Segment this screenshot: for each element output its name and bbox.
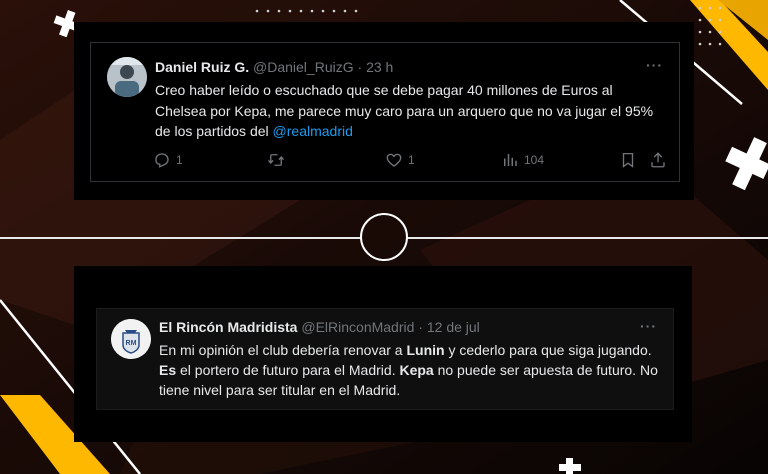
tweet-card[interactable]: Daniel Ruiz G. @Daniel_RuizG · 23 h ··· … bbox=[90, 42, 680, 182]
views-button[interactable]: 104 bbox=[501, 149, 544, 171]
tweet-card[interactable]: RM El Rincón Madridista @ElRinconMadrid … bbox=[96, 308, 674, 410]
bold-name-kepa: Kepa bbox=[399, 362, 434, 378]
text-segment: y cederlo para que siga jugando. bbox=[444, 342, 652, 358]
tweet-header: El Rincón Madridista @ElRinconMadrid · 1… bbox=[159, 319, 480, 335]
separator: · bbox=[357, 59, 363, 75]
views-icon bbox=[504, 154, 517, 166]
tweet-header: Daniel Ruiz G. @Daniel_RuizG · 23 h bbox=[155, 59, 393, 75]
mention-link[interactable]: @realmadrid bbox=[273, 123, 353, 139]
tweet-text-body: Creo haber leído o escuchado que se debe… bbox=[155, 82, 654, 139]
reply-icon bbox=[155, 153, 169, 168]
user-handle[interactable]: @Daniel_RuizG bbox=[253, 59, 354, 75]
bold-name-lunin: Lunin bbox=[406, 342, 445, 358]
retweet-icon bbox=[267, 154, 285, 166]
divider-line-left bbox=[0, 237, 360, 239]
text-segment: En mi opinión el club debería renovar a bbox=[159, 342, 407, 358]
bookmark-icon bbox=[622, 152, 634, 168]
svg-text:RM: RM bbox=[126, 340, 137, 347]
center-circle bbox=[360, 213, 408, 261]
divider-line-right bbox=[408, 237, 768, 239]
reply-count: 1 bbox=[176, 153, 183, 167]
like-count: 1 bbox=[408, 153, 415, 167]
timestamp[interactable]: 12 de jul bbox=[427, 319, 480, 335]
tweet-actions: 1 1 104 bbox=[153, 149, 667, 171]
like-button[interactable]: 1 bbox=[385, 149, 415, 171]
like-icon bbox=[386, 153, 402, 167]
more-options-icon[interactable]: ··· bbox=[640, 318, 657, 334]
views-count: 104 bbox=[524, 153, 545, 167]
tweet-text: Creo haber leído o escuchado que se debe… bbox=[155, 80, 667, 142]
share-button[interactable] bbox=[649, 149, 667, 171]
timestamp[interactable]: 23 h bbox=[366, 59, 393, 75]
avatar[interactable]: RM bbox=[111, 319, 151, 359]
separator: · bbox=[418, 319, 423, 335]
user-handle[interactable]: @ElRinconMadrid bbox=[301, 319, 414, 335]
bookmark-button[interactable] bbox=[619, 149, 637, 171]
text-segment: el portero de futuro para el Madrid. bbox=[176, 362, 400, 378]
more-options-icon[interactable]: ··· bbox=[646, 57, 663, 73]
retweet-button[interactable] bbox=[267, 149, 290, 171]
display-name[interactable]: Daniel Ruiz G. bbox=[155, 59, 249, 75]
avatar[interactable] bbox=[107, 57, 147, 97]
bold-word-es: Es bbox=[159, 362, 177, 378]
reply-button[interactable]: 1 bbox=[153, 149, 183, 171]
tweet-text: En mi opinión el club debería renovar a … bbox=[159, 340, 659, 400]
display-name[interactable]: El Rincón Madridista bbox=[159, 319, 297, 335]
share-icon bbox=[651, 152, 665, 168]
